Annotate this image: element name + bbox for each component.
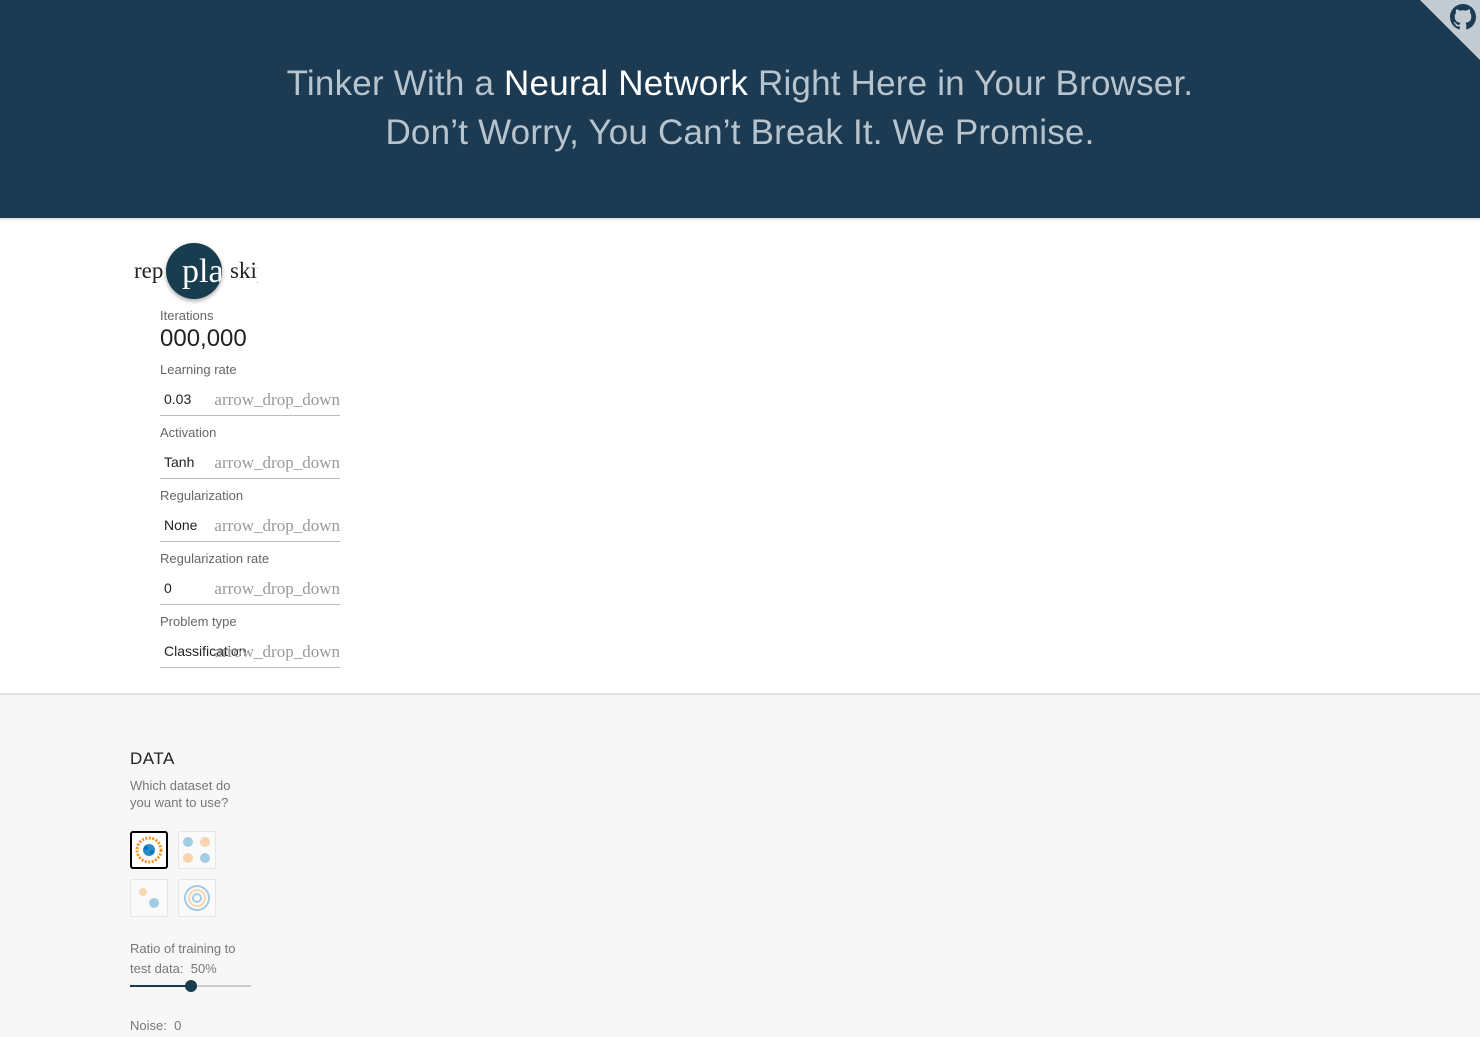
- chevron-down-icon: arrow_drop_down: [214, 579, 340, 598]
- learning-rate-value: 0.03: [164, 391, 192, 407]
- ratio-value: 50%: [190, 961, 217, 976]
- noise-label-text: Noise:: [130, 1018, 167, 1033]
- dataset-gaussian[interactable]: [130, 879, 168, 917]
- header-line-1-post: Right Here in Your Browser.: [748, 64, 1194, 103]
- dataset-xor[interactable]: [178, 831, 216, 869]
- chevron-down-icon: arrow_drop_down: [214, 516, 340, 535]
- regularization-rate-value: 0: [164, 580, 172, 596]
- problem-type-label: Problem type: [160, 614, 237, 629]
- reset-button[interactable]: replay: [134, 258, 163, 284]
- ratio-slider-fill: [130, 985, 191, 987]
- learning-rate-label: Learning rate: [160, 362, 237, 377]
- dataset-spiral[interactable]: [178, 879, 216, 917]
- github-icon[interactable]: [1450, 4, 1476, 30]
- iterations-value: 000,000: [160, 325, 247, 352]
- activation-label: Activation: [160, 425, 217, 440]
- data-title: DATA: [130, 749, 175, 768]
- header-line-2: Don’t Worry, You Can’t Break It. We Prom…: [385, 113, 1095, 152]
- header-line-1: Tinker With a Neural Network Right Here …: [0, 64, 1480, 104]
- regularization-label: Regularization: [160, 488, 244, 503]
- dataset-question: Which dataset do you want to use?: [130, 778, 231, 810]
- chevron-down-icon: arrow_drop_down: [214, 453, 340, 472]
- iterations-label: Iterations: [160, 308, 214, 323]
- ratio-label-text: Ratio of training to test data:: [130, 941, 236, 976]
- skip-next-button[interactable]: skip_next: [230, 258, 258, 284]
- ratio-label: Ratio of training to test data: 50%: [130, 939, 260, 979]
- activation-select[interactable]: Tanh arrow_drop_down: [160, 448, 340, 479]
- dataset-circle[interactable]: [130, 831, 168, 869]
- regularization-rate-label: Regularization rate: [160, 551, 270, 566]
- play-button[interactable]: play_arrow: [166, 243, 222, 299]
- regularization-rate-select[interactable]: 0 arrow_drop_down: [160, 574, 340, 605]
- chevron-down-icon: arrow_drop_down: [214, 642, 340, 661]
- problem-type-select[interactable]: Classification arrow_drop_down: [160, 637, 340, 668]
- play-icon: play_arrow: [182, 253, 222, 290]
- noise-value: 0: [174, 1018, 182, 1033]
- noise-label: Noise: 0: [130, 1018, 181, 1033]
- activation-value: Tanh: [164, 454, 195, 470]
- header-line-1-pre: Tinker With a: [286, 64, 505, 103]
- regularization-select[interactable]: None arrow_drop_down: [160, 511, 340, 542]
- dataset-xor-thumbnail: [183, 837, 210, 863]
- chevron-down-icon: arrow_drop_down: [214, 390, 340, 409]
- ratio-slider[interactable]: [130, 978, 251, 994]
- ratio-slider-thumb[interactable]: [184, 980, 197, 992]
- page-header: Tinker With a Neural Network Right Here …: [0, 0, 1480, 218]
- dataset-gaussian-thumbnail: [139, 888, 159, 908]
- dataset-spiral-thumbnail: [184, 885, 210, 911]
- header-line-1-emphasis: Neural Network: [504, 64, 749, 103]
- dataset-circle-thumbnail: [135, 836, 163, 864]
- learning-rate-select[interactable]: 0.03 arrow_drop_down: [160, 385, 340, 416]
- regularization-value: None: [164, 517, 198, 533]
